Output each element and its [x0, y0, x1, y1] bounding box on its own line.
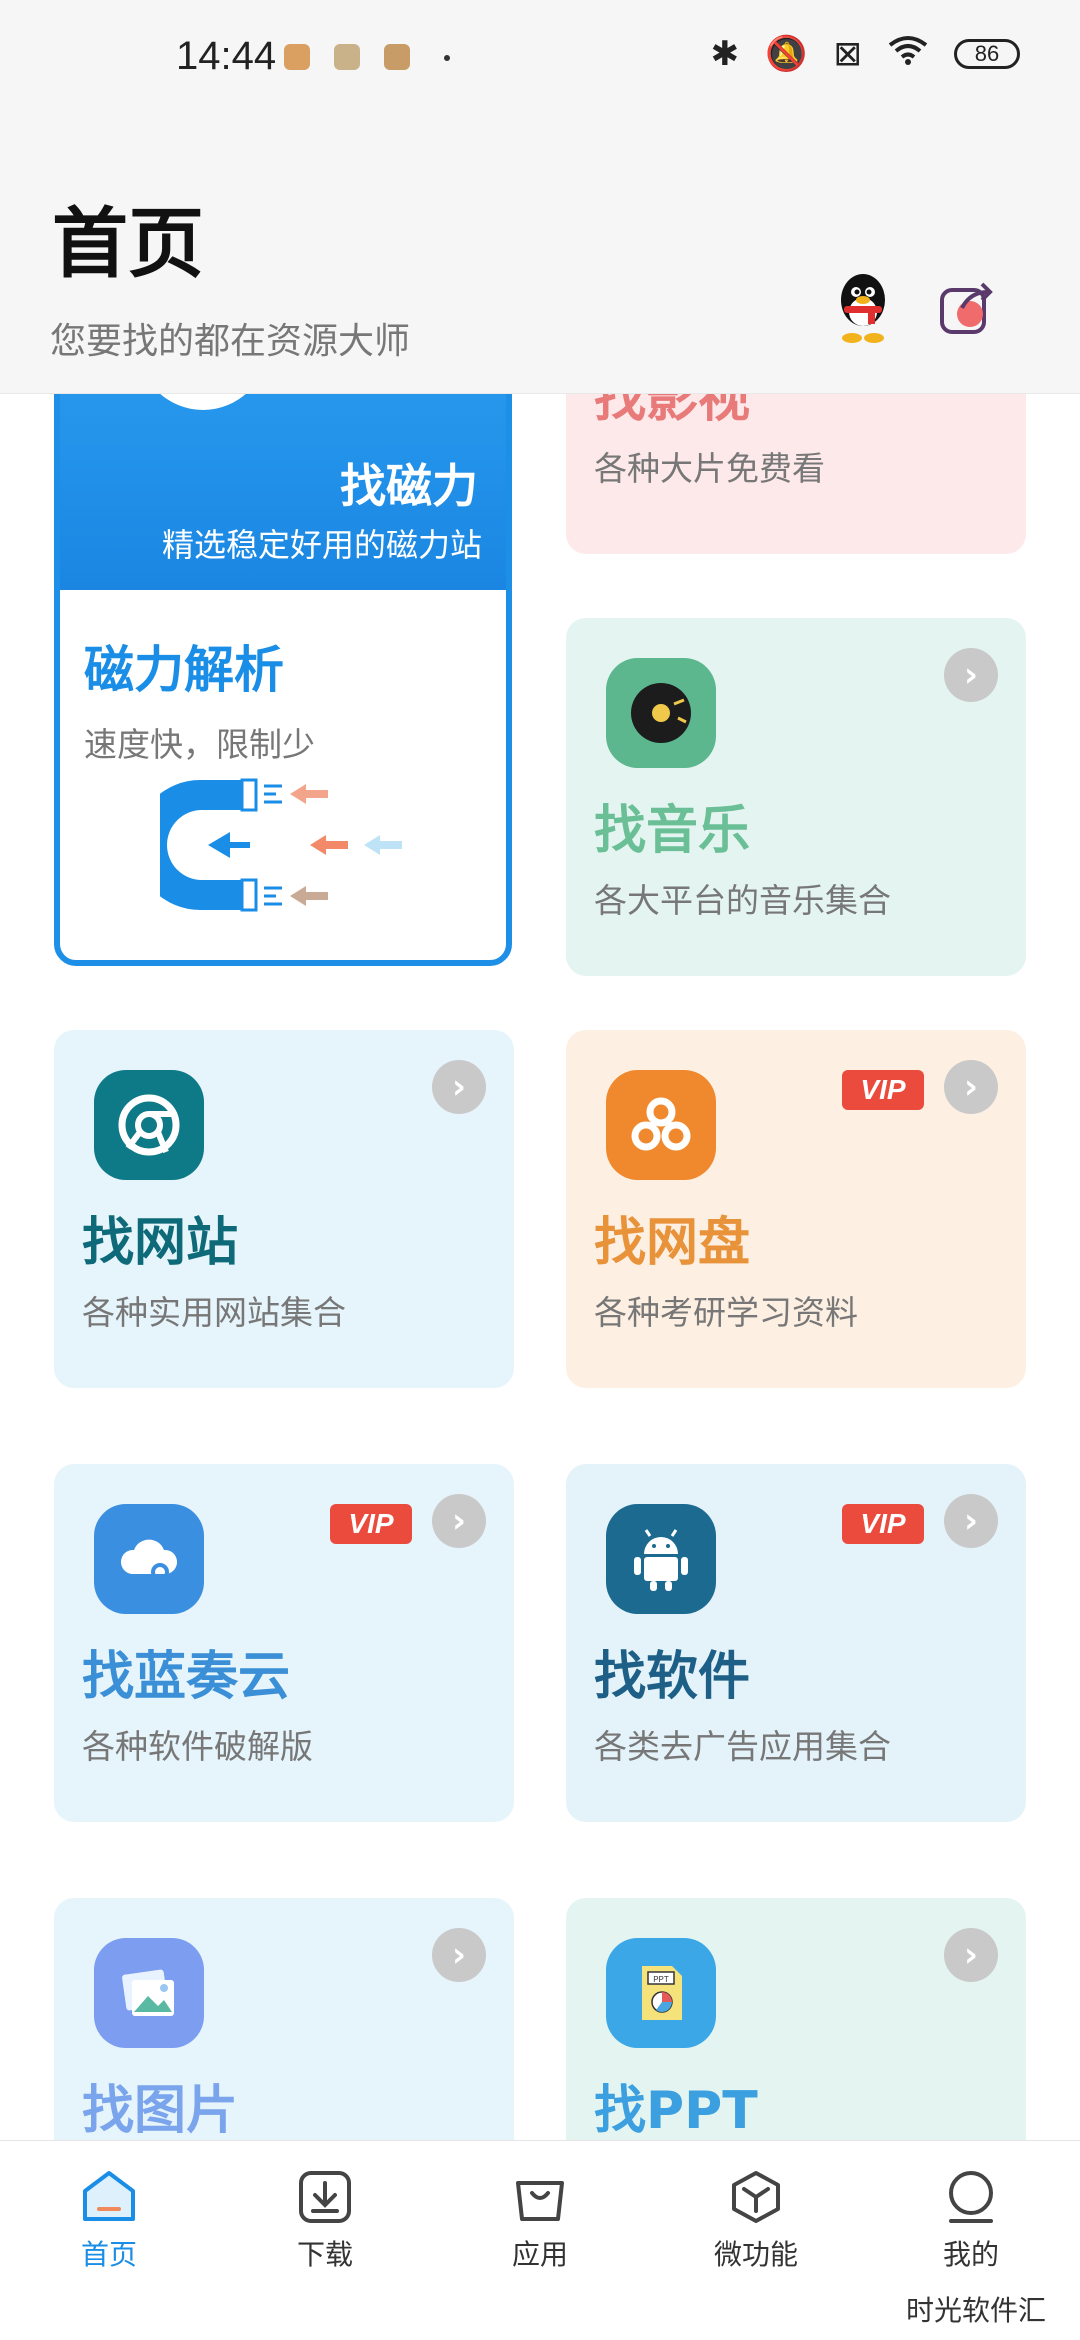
find-video-title: 找影视: [594, 394, 751, 429]
notification-app-icon: [334, 44, 360, 70]
chevron-right-icon[interactable]: ›: [432, 1928, 486, 1982]
find-magnet-desc: 精选稳定好用的磁力站: [161, 526, 482, 564]
chevron-right-icon[interactable]: ›: [944, 1494, 998, 1548]
chevron-right-icon[interactable]: ›: [432, 1060, 486, 1114]
find-video-card[interactable]: 找影视 各种大片免费看: [566, 394, 1026, 554]
more-notifications-dot: [444, 55, 450, 61]
cloud-icon: [94, 1504, 204, 1614]
find-lanzou-desc: 各种软件破解版: [82, 1727, 313, 1766]
wifi-icon: [888, 34, 928, 74]
magnet-icon: [138, 394, 268, 410]
find-music-title: 找音乐: [594, 801, 751, 861]
nav-micro-features[interactable]: 微功能: [681, 2169, 831, 2273]
status-time: 14:44: [176, 34, 277, 78]
home-icon: [83, 2171, 135, 2221]
find-ppt-card[interactable]: PPT › 找PPT: [566, 1898, 1026, 2140]
no-sim-icon: ⊠: [833, 34, 863, 74]
qq-penguin-icon[interactable]: [830, 268, 896, 344]
find-magnet-card[interactable]: 找磁力 精选稳定好用的磁力站 磁力解析 速度快，限制少: [54, 394, 512, 966]
nav-apps[interactable]: 应用: [465, 2169, 615, 2273]
find-lanzou-title: 找蓝奏云: [82, 1647, 291, 1707]
chevron-right-icon[interactable]: ›: [944, 648, 998, 702]
status-icons: ✱ 🔕 ⊠ 86: [711, 34, 1020, 74]
nav-micro-features-label: 微功能: [713, 2238, 798, 2271]
find-picture-title: 找图片: [82, 2081, 239, 2140]
nav-download-label: 下载: [296, 2238, 353, 2271]
nav-profile[interactable]: 我的: [896, 2169, 1046, 2273]
page-title: 首页: [52, 199, 204, 288]
nav-apps-label: 应用: [511, 2238, 568, 2271]
bottom-nav: 首页 下载 应用 微功能 我的 时光软件汇: [0, 2140, 1080, 2340]
status-bar: 14:44 ✱ 🔕 ⊠ 86: [0, 0, 1080, 120]
find-video-desc: 各种大片免费看: [594, 449, 825, 488]
magnet-parse-title: 磁力解析: [84, 641, 284, 699]
find-software-card[interactable]: VIP › 找软件 各类去广告应用集合: [566, 1464, 1026, 1822]
chevron-right-icon[interactable]: ›: [944, 1928, 998, 1982]
notification-app-icon: [384, 44, 410, 70]
page-header: 首页 您要找的都在资源大师: [0, 120, 1080, 394]
find-magnet-title: 找磁力: [340, 459, 478, 513]
picture-icon: [94, 1938, 204, 2048]
notification-app-icon: [284, 44, 310, 70]
find-software-title: 找软件: [594, 1647, 751, 1707]
find-website-card[interactable]: › 找网站 各种实用网站集合: [54, 1030, 514, 1388]
find-website-desc: 各种实用网站集合: [82, 1293, 346, 1332]
nav-home[interactable]: 首页: [34, 2169, 184, 2273]
find-netdisk-card[interactable]: VIP › 找网盘 各种考研学习资料: [566, 1030, 1026, 1388]
nav-profile-label: 我的: [942, 2238, 999, 2271]
nav-home-label: 首页: [80, 2238, 137, 2271]
bluetooth-icon: ✱: [710, 34, 740, 74]
battery-indicator: 86: [954, 39, 1020, 69]
chevron-right-icon[interactable]: ›: [432, 1494, 486, 1548]
page-subtitle: 您要找的都在资源大师: [50, 321, 411, 362]
find-music-card[interactable]: › 找音乐 各大平台的音乐集合: [566, 618, 1026, 976]
cube-icon: [732, 2171, 780, 2223]
ppt-icon: PPT: [606, 1938, 716, 2048]
cloud-disk-icon: [606, 1070, 716, 1180]
nav-download[interactable]: 下载: [250, 2169, 400, 2273]
find-magnet-banner[interactable]: 找磁力 精选稳定好用的磁力站: [60, 394, 506, 590]
browser-icon: [94, 1070, 204, 1180]
ppt-icon-label: PPT: [653, 1975, 669, 1984]
find-music-desc: 各大平台的音乐集合: [594, 881, 891, 920]
find-netdisk-title: 找网盘: [594, 1213, 751, 1273]
profile-icon: [949, 2171, 993, 2223]
magnet-illustration-icon: [160, 778, 402, 912]
find-netdisk-desc: 各种考研学习资料: [594, 1293, 858, 1332]
find-website-title: 找网站: [82, 1213, 239, 1273]
chevron-right-icon[interactable]: ›: [944, 1060, 998, 1114]
vip-badge: VIP: [842, 1504, 924, 1544]
find-ppt-title: 找PPT: [594, 2081, 758, 2140]
shopping-bag-icon: [516, 2181, 564, 2221]
android-icon: [606, 1504, 716, 1614]
wechat-watermark: 时光软件汇: [905, 2294, 1046, 2327]
find-software-desc: 各类去广告应用集合: [594, 1727, 891, 1766]
find-lanzou-card[interactable]: VIP › 找蓝奏云 各种软件破解版: [54, 1464, 514, 1822]
mute-icon: 🔕: [765, 34, 808, 74]
music-record-icon: [606, 658, 716, 768]
vip-badge: VIP: [842, 1070, 924, 1110]
download-icon: [299, 2171, 351, 2223]
home-content[interactable]: 找磁力 精选稳定好用的磁力站 磁力解析 速度快，限制少 找影视 各种大片免费看 …: [0, 394, 1080, 2140]
magnet-parse-desc: 速度快，限制少: [84, 725, 315, 764]
share-icon[interactable]: [936, 278, 996, 338]
vip-badge: VIP: [330, 1504, 412, 1544]
find-picture-card[interactable]: › 找图片: [54, 1898, 514, 2140]
